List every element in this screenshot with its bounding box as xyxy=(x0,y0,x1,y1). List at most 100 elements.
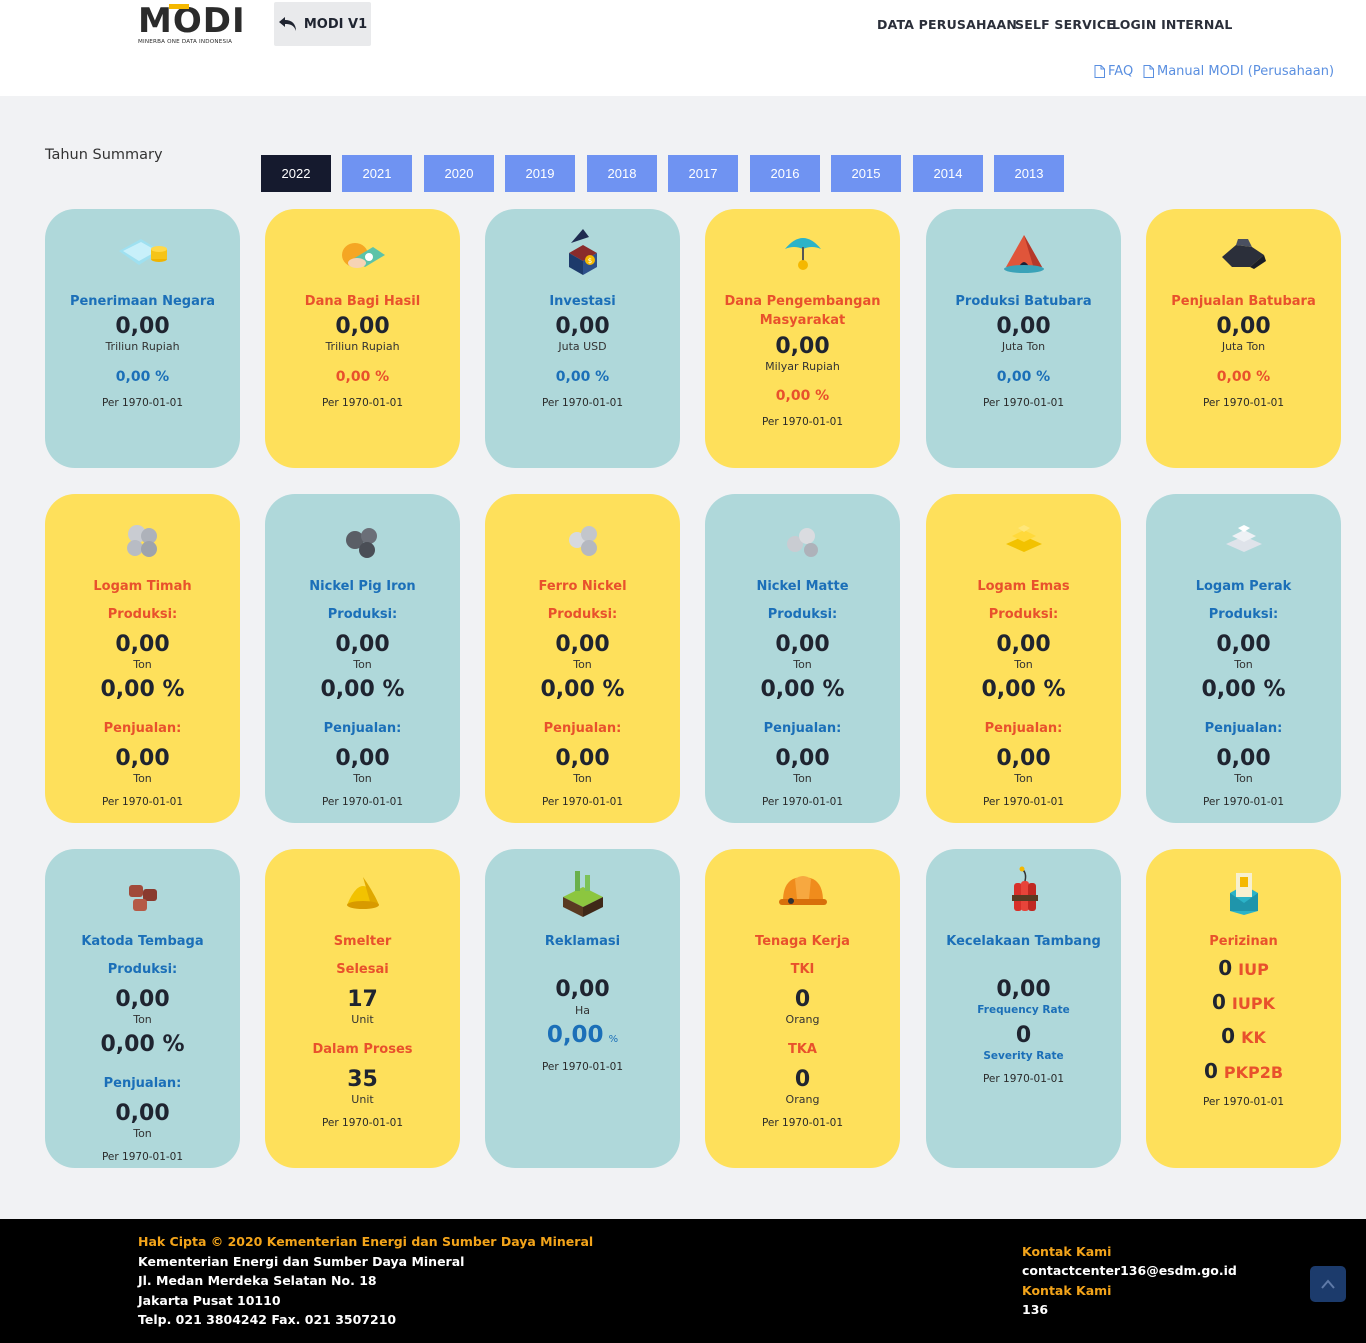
manual-link[interactable]: Manual MODI (Perusahaan) xyxy=(1143,64,1334,79)
card-title: Ferro Nickel xyxy=(538,579,627,594)
year-tab-2015[interactable]: 2015 xyxy=(831,155,901,192)
card-date: Per 1970-01-01 xyxy=(541,1061,624,1073)
card-investasi[interactable]: $ Investasi 0,00 Juta USD 0,00 % Per 197… xyxy=(485,209,680,468)
year-tab-2017[interactable]: 2017 xyxy=(668,155,738,192)
card-smelter[interactable]: Smelter Selesai 17 Unit Dalam Proses 35 … xyxy=(265,849,460,1168)
tki-unit: Orang xyxy=(785,1013,820,1026)
license-pkp2b: 0 PKP2B xyxy=(1146,1059,1341,1083)
production-unit: Ton xyxy=(793,658,812,671)
smelter-process-unit: Unit xyxy=(351,1093,374,1106)
card-unit: Juta Ton xyxy=(1221,340,1266,353)
coal-mine-icon xyxy=(1003,235,1044,273)
license-icon xyxy=(1229,873,1258,915)
nav-self-service[interactable]: SELF SERVICE xyxy=(1015,17,1115,32)
card-date: Per 1970-01-01 xyxy=(1202,796,1285,808)
nav-login-internal[interactable]: LOGIN INTERNAL xyxy=(1112,17,1233,32)
license-iupk: 0 IUPK xyxy=(1146,990,1341,1014)
year-tab-2014[interactable]: 2014 xyxy=(913,155,983,192)
sales-unit: Ton xyxy=(1014,772,1033,785)
copper-icon xyxy=(128,885,157,911)
card-dana-bagi-hasil[interactable]: Dana Bagi Hasil 0,00 Triliun Rupiah 0,00… xyxy=(265,209,460,468)
sales-label: Penjualan: xyxy=(103,1076,182,1091)
card-date: Per 1970-01-01 xyxy=(101,796,184,808)
modi-v1-label: MODI V1 xyxy=(303,16,368,32)
card-reklamasi[interactable]: Reklamasi 0,00 Ha 0,00 % Per 1970-01-01 xyxy=(485,849,680,1168)
card-title: Nickel Pig Iron xyxy=(309,579,416,594)
card-title: Perizinan xyxy=(1209,934,1278,949)
card-title: Penerimaan Negara xyxy=(69,294,216,309)
top-navbar: MODI MINERBA ONE DATA INDONESIA MODI V1 … xyxy=(0,0,1366,50)
card-ferro-nickel[interactable]: Ferro Nickel Produksi: 0,00 Ton 0,00 % P… xyxy=(485,494,680,823)
card-logam-perak[interactable]: Logam Perak Produksi: 0,00 Ton 0,00 % Pe… xyxy=(1146,494,1341,823)
iupk-label: IUPK xyxy=(1231,994,1275,1013)
card-katoda-tembaga[interactable]: Katoda Tembaga Produksi: 0,00 Ton 0,00 %… xyxy=(45,849,240,1168)
card-date: Per 1970-01-01 xyxy=(101,397,184,409)
tki-value: 0 xyxy=(794,987,811,1012)
card-value: 0,00 xyxy=(335,314,390,339)
helmet-icon xyxy=(778,876,827,905)
card-title: Logam Perak xyxy=(1195,579,1292,594)
production-percent: 0,00 % xyxy=(100,677,185,702)
sales-value: 0,00 xyxy=(555,746,610,771)
year-tab-2013[interactable]: 2013 xyxy=(994,155,1064,192)
sales-label: Penjualan: xyxy=(984,721,1063,736)
production-unit: Ton xyxy=(1234,658,1253,671)
card-unit: Juta USD xyxy=(558,340,607,353)
year-tab-2019[interactable]: 2019 xyxy=(505,155,575,192)
card-penjualan-batubara[interactable]: Penjualan Batubara 0,00 Juta Ton 0,00 % … xyxy=(1146,209,1341,468)
production-unit: Ton xyxy=(573,658,592,671)
card-value: 0,00 xyxy=(555,314,610,339)
nav-data-perusahaan[interactable]: DATA PERUSAHAAN xyxy=(877,17,1017,32)
license-iup: 0 IUP xyxy=(1146,956,1341,980)
footer-email[interactable]: contactcenter136@esdm.go.id xyxy=(1022,1263,1237,1278)
year-tab-2021[interactable]: 2021 xyxy=(342,155,412,192)
card-nickel-matte[interactable]: Nickel Matte Produksi: 0,00 Ton 0,00 % P… xyxy=(705,494,900,823)
production-label: Produksi: xyxy=(327,607,398,622)
card-unit: Milyar Rupiah xyxy=(765,360,840,373)
year-tab-2020[interactable]: 2020 xyxy=(424,155,494,192)
modi-v1-button[interactable]: MODI V1 xyxy=(274,2,371,46)
production-percent: 0,00 % xyxy=(320,677,405,702)
card-perizinan[interactable]: Perizinan 0 IUP 0 IUPK 0 KK 0 PKP2B Per … xyxy=(1146,849,1341,1168)
year-tab-2022[interactable]: 2022 xyxy=(261,155,331,192)
sales-unit: Ton xyxy=(133,1127,152,1140)
modi-logo[interactable]: MODI MINERBA ONE DATA INDONESIA xyxy=(138,4,256,46)
card-percent: 0,00 % xyxy=(115,369,170,385)
card-date: Per 1970-01-01 xyxy=(761,416,844,428)
card-title: Nickel Matte xyxy=(756,579,849,594)
card-logam-timah[interactable]: Logam Timah Produksi: 0,00 Ton 0,00 % Pe… xyxy=(45,494,240,823)
card-date: Per 1970-01-01 xyxy=(541,397,624,409)
faq-label: FAQ xyxy=(1108,64,1134,79)
cash-hand-icon xyxy=(341,243,385,268)
production-label: Produksi: xyxy=(988,607,1059,622)
card-produksi-batubara[interactable]: Produksi Batubara 0,00 Juta Ton 0,00 % P… xyxy=(926,209,1121,468)
card-kecelakaan-tambang[interactable]: Kecelakaan Tambang 0,00 Frequency Rate 0… xyxy=(926,849,1121,1168)
footer-hotline[interactable]: 136 xyxy=(1022,1302,1048,1317)
card-logam-emas[interactable]: Logam Emas Produksi: 0,00 Ton 0,00 % Pen… xyxy=(926,494,1121,823)
card-title: Dana Bagi Hasil xyxy=(304,294,421,309)
card-tenaga-kerja[interactable]: Tenaga Kerja TKI 0 Orang TKA 0 Orang Per… xyxy=(705,849,900,1168)
pkp2b-label: PKP2B xyxy=(1223,1063,1284,1082)
card-title: Katoda Tembaga xyxy=(81,934,204,949)
smelter-process-label: Dalam Proses xyxy=(312,1042,413,1057)
card-date: Per 1970-01-01 xyxy=(1202,1096,1285,1108)
frequency-label: Frequency Rate xyxy=(977,1004,1070,1016)
faq-link[interactable]: FAQ xyxy=(1094,64,1133,79)
sales-label: Penjualan: xyxy=(543,721,622,736)
footer-org: Kementerian Energi dan Sumber Daya Miner… xyxy=(138,1254,465,1269)
year-tab-2016[interactable]: 2016 xyxy=(750,155,820,192)
production-label: Produksi: xyxy=(1208,607,1279,622)
card-dana-pengembangan-masyarakat[interactable]: Dana Pengembangan Masyarakat 0,00 Milyar… xyxy=(705,209,900,468)
tka-label: TKA xyxy=(787,1042,817,1057)
year-tab-2018[interactable]: 2018 xyxy=(587,155,657,192)
iup-label: IUP xyxy=(1238,960,1269,979)
card-penerimaan-negara[interactable]: Penerimaan Negara 0,00 Triliun Rupiah 0,… xyxy=(45,209,240,468)
back-to-top-button[interactable] xyxy=(1310,1266,1346,1302)
card-nickel-pig-iron[interactable]: Nickel Pig Iron Produksi: 0,00 Ton 0,00 … xyxy=(265,494,460,823)
umbrella-icon xyxy=(784,238,821,270)
smelter-icon xyxy=(346,877,379,909)
production-label: Produksi: xyxy=(547,607,618,622)
frequency-value: 0,00 xyxy=(996,977,1051,1002)
card-title: Dana Pengembangan Masyarakat xyxy=(724,294,881,328)
production-label: Produksi: xyxy=(107,962,178,977)
